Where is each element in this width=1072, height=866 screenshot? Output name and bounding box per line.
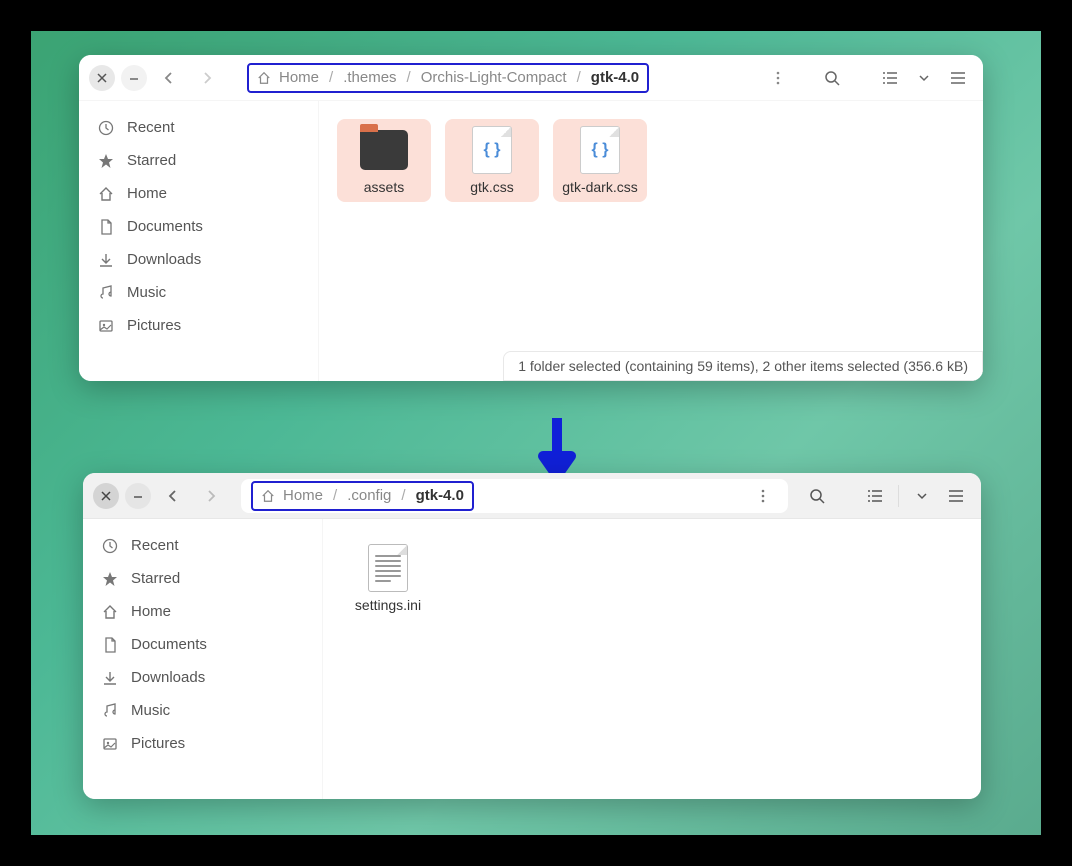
desktop-background: Home / .themes / Orchis-Light-Compact / … [31,31,1041,835]
path-segment-themes[interactable]: .themes [343,69,396,86]
home-icon [97,186,115,202]
close-button[interactable] [93,483,119,509]
documents-icon [97,219,115,235]
sidebar-item-pictures[interactable]: Pictures [79,309,318,342]
file-item-gtk-css[interactable]: { } gtk.css [445,119,539,202]
path-segment-config[interactable]: .config [347,487,391,504]
view-dropdown-button[interactable] [907,481,937,511]
path-menu-button[interactable] [748,481,778,511]
hamburger-menu-button[interactable] [941,481,971,511]
view-dropdown-button[interactable] [909,63,939,93]
nav-forward-button[interactable] [193,64,221,92]
music-icon [101,703,119,719]
path-segment-orchis[interactable]: Orchis-Light-Compact [421,69,567,86]
status-bar: 1 folder selected (containing 59 items),… [503,351,983,381]
home-icon [101,604,119,620]
downloads-icon [97,252,115,268]
star-icon [97,153,115,169]
home-icon [257,71,271,85]
nav-back-button[interactable] [155,64,183,92]
nav-forward-button[interactable] [197,482,225,510]
path-bar: Home / .config / gtk-4.0 [241,479,788,513]
sidebar: Recent Starred Home Documents Downloads [79,101,319,381]
sidebar-item-downloads[interactable]: Downloads [83,661,322,694]
sidebar-item-music[interactable]: Music [83,694,322,727]
content-pane[interactable]: settings.ini [323,519,981,799]
sidebar-item-music[interactable]: Music [79,276,318,309]
path-separator: / [329,69,333,86]
close-button[interactable] [89,65,115,91]
star-icon [101,571,119,587]
file-item-gtk-dark-css[interactable]: { } gtk-dark.css [553,119,647,202]
documents-icon [101,637,119,653]
music-icon [97,285,115,301]
sidebar-item-home[interactable]: Home [83,595,322,628]
downloads-icon [101,670,119,686]
path-segment-current[interactable]: gtk-4.0 [591,69,639,86]
toolbar-actions [802,481,971,511]
nav-back-button[interactable] [159,482,187,510]
pictures-icon [97,318,115,334]
search-button[interactable] [802,481,832,511]
search-button[interactable] [817,63,847,93]
css-file-icon: { } [467,125,517,175]
text-file-icon [363,543,413,593]
view-list-button[interactable] [875,63,905,93]
path-separator: / [407,69,411,86]
path-highlight: Home / .themes / Orchis-Light-Compact / … [247,63,649,93]
hamburger-menu-button[interactable] [943,63,973,93]
sidebar-item-pictures[interactable]: Pictures [83,727,322,760]
minimize-button[interactable] [121,65,147,91]
path-segment-home[interactable]: Home [257,69,319,86]
clock-icon [101,538,119,554]
path-menu-button[interactable] [763,63,793,93]
clock-icon [97,120,115,136]
sidebar-item-starred[interactable]: Starred [83,562,322,595]
path-segment-current[interactable]: gtk-4.0 [416,487,464,504]
path-segment-home[interactable]: Home [261,487,323,504]
file-manager-window-1: Home / .themes / Orchis-Light-Compact / … [79,55,983,381]
pictures-icon [101,736,119,752]
sidebar-item-documents[interactable]: Documents [83,628,322,661]
path-highlight: Home / .config / gtk-4.0 [251,481,474,511]
titlebar: Home / .themes / Orchis-Light-Compact / … [79,55,983,101]
content-pane[interactable]: assets { } gtk.css { } gtk-dark.css 1 fo… [319,101,983,381]
sidebar-item-recent[interactable]: Recent [83,529,322,562]
file-item-assets[interactable]: assets [337,119,431,202]
sidebar: Recent Starred Home Documents Downloads [83,519,323,799]
sidebar-item-starred[interactable]: Starred [79,144,318,177]
path-separator: / [401,487,405,504]
folder-icon [359,125,409,175]
path-bar: Home / .themes / Orchis-Light-Compact / … [237,61,803,95]
sidebar-item-documents[interactable]: Documents [79,210,318,243]
path-separator: / [333,487,337,504]
sidebar-item-recent[interactable]: Recent [79,111,318,144]
window-body: Recent Starred Home Documents Downloads [83,519,981,799]
css-file-icon: { } [575,125,625,175]
sidebar-item-home[interactable]: Home [79,177,318,210]
file-manager-window-2: Home / .config / gtk-4.0 [83,473,981,799]
path-separator: / [577,69,581,86]
toolbar-actions [817,63,973,93]
titlebar: Home / .config / gtk-4.0 [83,473,981,519]
divider [898,485,899,507]
file-item-settings-ini[interactable]: settings.ini [341,537,435,620]
window-body: Recent Starred Home Documents Downloads [79,101,983,381]
home-icon [261,489,275,503]
minimize-button[interactable] [125,483,151,509]
sidebar-item-downloads[interactable]: Downloads [79,243,318,276]
view-list-button[interactable] [860,481,890,511]
